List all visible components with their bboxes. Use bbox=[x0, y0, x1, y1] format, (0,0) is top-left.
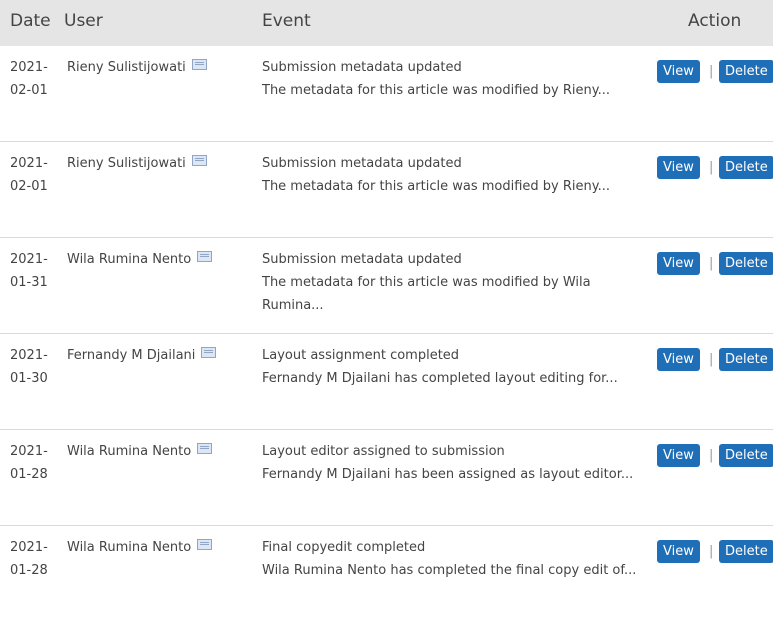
row-event: Layout editor assigned to submission Fer… bbox=[262, 440, 647, 486]
envelope-icon[interactable] bbox=[197, 539, 213, 550]
event-title: Submission metadata updated bbox=[262, 252, 462, 267]
action-separator: | bbox=[709, 448, 714, 463]
envelope-icon[interactable] bbox=[197, 251, 213, 262]
user-name: Rieny Sulistijowati bbox=[67, 60, 186, 75]
event-title: Layout assignment completed bbox=[262, 348, 460, 363]
row-event: Final copyedit completed Wila Rumina Nen… bbox=[262, 536, 647, 582]
user-name: Rieny Sulistijowati bbox=[67, 156, 186, 171]
table-header: Date User Event Action bbox=[0, 0, 773, 46]
row-user: Wila Rumina Nento bbox=[67, 248, 213, 271]
table-row: 2021-01-31 Wila Rumina Nento Submission … bbox=[0, 238, 773, 334]
event-title: Submission metadata updated bbox=[262, 156, 462, 171]
row-user: Rieny Sulistijowati bbox=[67, 56, 207, 79]
delete-button[interactable]: Delete bbox=[719, 444, 773, 467]
envelope-icon[interactable] bbox=[197, 443, 213, 454]
event-description: The metadata for this article was modifi… bbox=[262, 275, 591, 313]
envelope-icon[interactable] bbox=[201, 347, 217, 358]
row-date: 2021-02-01 bbox=[10, 156, 48, 194]
delete-button[interactable]: Delete bbox=[719, 156, 773, 179]
row-event: Layout assignment completed Fernandy M D… bbox=[262, 344, 647, 390]
user-name: Wila Rumina Nento bbox=[67, 444, 192, 459]
row-date: 2021-01-31 bbox=[10, 252, 48, 290]
row-user: Rieny Sulistijowati bbox=[67, 152, 207, 175]
view-button[interactable]: View bbox=[657, 444, 700, 467]
row-event: Submission metadata updated The metadata… bbox=[262, 248, 647, 317]
event-description: Fernandy M Djailani has completed layout… bbox=[262, 371, 618, 386]
user-name: Wila Rumina Nento bbox=[67, 252, 192, 267]
event-title: Submission metadata updated bbox=[262, 60, 462, 75]
user-name: Fernandy M Djailani bbox=[67, 348, 196, 363]
view-button[interactable]: View bbox=[657, 540, 700, 563]
action-separator: | bbox=[709, 64, 714, 79]
event-description: Wila Rumina Nento has completed the fina… bbox=[262, 563, 637, 578]
row-date: 2021-01-28 bbox=[10, 444, 48, 482]
envelope-icon[interactable] bbox=[191, 59, 207, 70]
event-description: The metadata for this article was modifi… bbox=[262, 83, 610, 98]
column-header-date: Date bbox=[10, 11, 51, 31]
row-user: Wila Rumina Nento bbox=[67, 536, 213, 559]
event-title: Final copyedit completed bbox=[262, 540, 426, 555]
column-header-user: User bbox=[64, 11, 103, 31]
action-separator: | bbox=[709, 544, 714, 559]
row-user: Fernandy M Djailani bbox=[67, 344, 217, 367]
view-button[interactable]: View bbox=[657, 348, 700, 371]
action-separator: | bbox=[709, 352, 714, 367]
row-event: Submission metadata updated The metadata… bbox=[262, 152, 647, 198]
view-button[interactable]: View bbox=[657, 156, 700, 179]
row-date: 2021-01-30 bbox=[10, 348, 48, 386]
user-name: Wila Rumina Nento bbox=[67, 540, 192, 555]
row-date: 2021-01-28 bbox=[10, 540, 48, 578]
table-row: 2021-01-30 Fernandy M Djailani Layout as… bbox=[0, 334, 773, 430]
view-button[interactable]: View bbox=[657, 252, 700, 275]
table-row: 2021-02-01 Rieny Sulistijowati Submissio… bbox=[0, 142, 773, 238]
envelope-icon[interactable] bbox=[191, 155, 207, 166]
table-row: 2021-01-28 Wila Rumina Nento Final copye… bbox=[0, 526, 773, 626]
delete-button[interactable]: Delete bbox=[719, 540, 773, 563]
delete-button[interactable]: Delete bbox=[719, 252, 773, 275]
view-button[interactable]: View bbox=[657, 60, 700, 83]
event-description: Fernandy M Djailani has been assigned as… bbox=[262, 467, 634, 482]
column-header-action: Action bbox=[688, 11, 742, 31]
event-description: The metadata for this article was modifi… bbox=[262, 179, 610, 194]
row-user: Wila Rumina Nento bbox=[67, 440, 213, 463]
delete-button[interactable]: Delete bbox=[719, 60, 773, 83]
row-date: 2021-02-01 bbox=[10, 60, 48, 98]
table-row: 2021-01-28 Wila Rumina Nento Layout edit… bbox=[0, 430, 773, 526]
table-row: 2021-02-01 Rieny Sulistijowati Submissio… bbox=[0, 46, 773, 142]
action-separator: | bbox=[709, 256, 714, 271]
event-title: Layout editor assigned to submission bbox=[262, 444, 505, 459]
delete-button[interactable]: Delete bbox=[719, 348, 773, 371]
row-event: Submission metadata updated The metadata… bbox=[262, 56, 647, 102]
column-header-event: Event bbox=[262, 11, 311, 31]
action-separator: | bbox=[709, 160, 714, 175]
